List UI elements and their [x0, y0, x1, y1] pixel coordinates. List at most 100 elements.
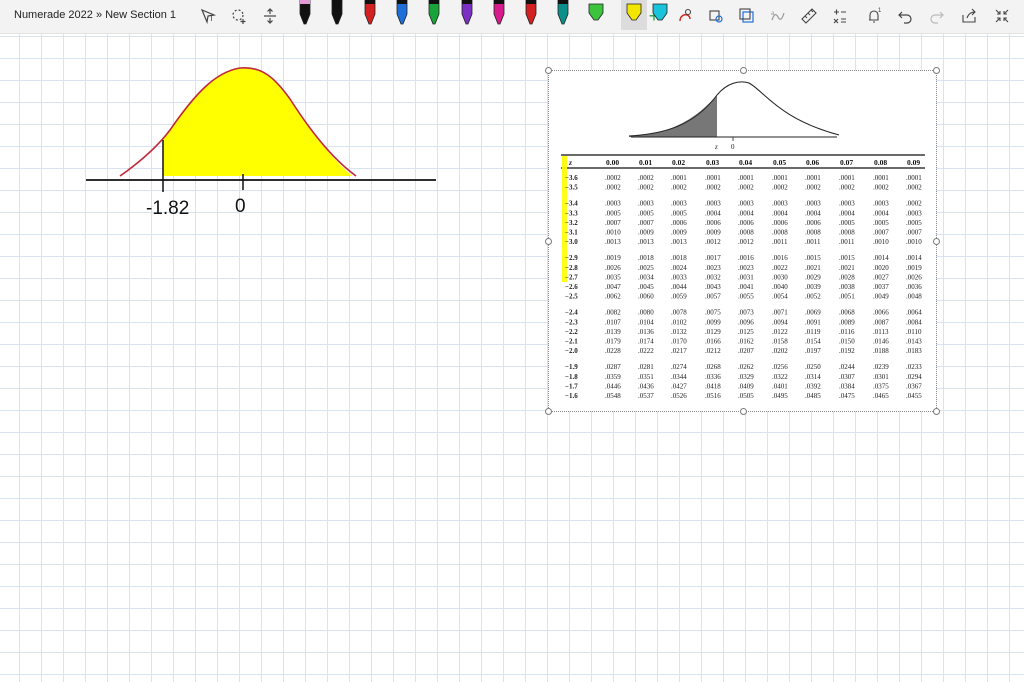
- probability-cell: .0026: [605, 264, 621, 272]
- probability-cell: .0002: [671, 184, 687, 192]
- probability-cell: .0139: [605, 328, 621, 336]
- probability-cell: .0002: [705, 184, 721, 192]
- z-value-cell: −1.8: [565, 373, 578, 381]
- table-header-cell: 0.04: [739, 158, 752, 167]
- probability-cell: .0006: [772, 219, 788, 227]
- probability-cell: .0436: [638, 382, 654, 390]
- z-value-cell: −3.5: [565, 184, 578, 192]
- probability-cell: .0002: [873, 184, 889, 192]
- table-header-cell: 0.09: [907, 158, 920, 167]
- highlighter-cyan[interactable]: [652, 0, 668, 28]
- pen-magenta[interactable]: [491, 0, 507, 28]
- lasso-select-icon[interactable]: T: [196, 4, 220, 28]
- probability-cell: .0301: [873, 373, 889, 381]
- lasso-copy-icon[interactable]: [735, 4, 759, 28]
- ink-replay-icon[interactable]: a: [766, 4, 790, 28]
- share-icon[interactable]: [957, 4, 981, 28]
- probability-cell: .0113: [873, 328, 889, 336]
- ink-to-text-icon[interactable]: [704, 4, 728, 28]
- probability-cell: .0287: [605, 363, 621, 371]
- probability-cell: .0002: [738, 184, 754, 192]
- probability-cell: .0005: [638, 209, 654, 217]
- z-table-image[interactable]: z 0 z 0.00 0.01 0.02 0.03 0.04 0.05 0.06 0.07 0.0…: [549, 71, 936, 411]
- probability-cell: .0037: [873, 283, 889, 291]
- probability-cell: .0107: [605, 318, 621, 326]
- table-header-cell: 0.02: [672, 158, 685, 167]
- probability-cell: .0001: [906, 174, 922, 182]
- undo-icon[interactable]: [893, 4, 917, 28]
- collapse-icon[interactable]: [990, 4, 1014, 28]
- probability-cell: .0024: [671, 264, 687, 272]
- probability-cell: .0051: [839, 293, 855, 301]
- table-header-cell: z: [568, 158, 572, 167]
- probability-cell: .0038: [839, 283, 855, 291]
- probability-cell: .0322: [772, 373, 788, 381]
- probability-cell: .0110: [906, 328, 922, 336]
- probability-cell: .0154: [805, 338, 821, 346]
- z-value-cell: −2.5: [565, 293, 578, 301]
- probability-cell: .0003: [805, 200, 821, 208]
- highlighter-yellow[interactable]: [620, 0, 647, 30]
- z-value-cell: −3.3: [565, 209, 578, 217]
- probability-cell: .0122: [772, 328, 788, 336]
- probability-cell: .0526: [671, 392, 687, 400]
- probability-cell: .0495: [772, 392, 788, 400]
- probability-cell: .0066: [873, 309, 889, 317]
- probability-cell: .0002: [638, 174, 654, 182]
- probability-cell: .0023: [705, 264, 721, 272]
- pen-purple[interactable]: [459, 0, 475, 28]
- probability-cell: .0087: [873, 318, 889, 326]
- probability-cell: .0059: [671, 293, 687, 301]
- z-value-cell: −2.4: [565, 309, 578, 317]
- ink-to-shape-icon[interactable]: [673, 4, 697, 28]
- probability-cell: .0025: [638, 264, 654, 272]
- probability-cell: .0010: [873, 238, 889, 246]
- probability-cell: .0002: [839, 184, 855, 192]
- z-value-cell: −3.1: [565, 229, 578, 237]
- probability-cell: .0019: [605, 254, 621, 262]
- probability-cell: .0004: [705, 209, 721, 217]
- probability-cell: .0548: [605, 392, 621, 400]
- table-header-cell: 0.08: [874, 158, 887, 167]
- probability-cell: .0091: [805, 318, 821, 326]
- math-icon[interactable]: [828, 4, 852, 28]
- redo-icon[interactable]: [925, 4, 949, 28]
- pen-green[interactable]: [426, 0, 442, 28]
- lasso-shape-icon[interactable]: [227, 4, 251, 28]
- probability-cell: .0166: [705, 338, 721, 346]
- probability-cell: .0262: [738, 363, 754, 371]
- probability-cell: .0367: [906, 382, 922, 390]
- probability-cell: .0096: [738, 318, 754, 326]
- pen-black[interactable]: [297, 0, 313, 28]
- pen-black-2[interactable]: [329, 0, 345, 28]
- probability-cell: .0003: [772, 200, 788, 208]
- probability-cell: .0344: [671, 373, 687, 381]
- probability-cell: .0116: [839, 328, 855, 336]
- probability-cell: .0005: [906, 219, 922, 227]
- table-header-cell: 0.00: [606, 158, 619, 167]
- probability-cell: .0001: [839, 174, 855, 182]
- highlighter-green[interactable]: [588, 0, 604, 28]
- notebook-canvas[interactable]: -1.82 0 z 0 z 0.00 0.01 0.02 0.03 0.04 0.05 0.0…: [0, 34, 1024, 682]
- probability-cell: .0004: [772, 209, 788, 217]
- probability-cell: .0049: [873, 293, 889, 301]
- insert-space-icon[interactable]: [258, 4, 282, 28]
- pen-red[interactable]: [362, 0, 378, 28]
- pen-teal[interactable]: [555, 0, 571, 28]
- probability-cell: .0336: [705, 373, 721, 381]
- probability-cell: .0008: [839, 229, 855, 237]
- probability-cell: .0162: [738, 338, 754, 346]
- pen-blue[interactable]: [394, 0, 410, 28]
- breadcrumb[interactable]: Numerade 2022 » New Section 1: [14, 9, 176, 21]
- ruler-icon[interactable]: [797, 4, 821, 28]
- probability-cell: .0026: [906, 273, 922, 281]
- probability-cell: .0031: [738, 273, 754, 281]
- probability-cell: .0030: [772, 273, 788, 281]
- probability-cell: .0013: [638, 238, 654, 246]
- pen-red-2[interactable]: [523, 0, 539, 28]
- notification-bell-icon[interactable]: 1: [862, 4, 886, 28]
- probability-cell: .0002: [805, 184, 821, 192]
- probability-cell: .0007: [873, 229, 889, 237]
- probability-cell: .0040: [772, 283, 788, 291]
- toolbar: Numerade 2022 » New Section 1 T + a 1: [0, 0, 1024, 34]
